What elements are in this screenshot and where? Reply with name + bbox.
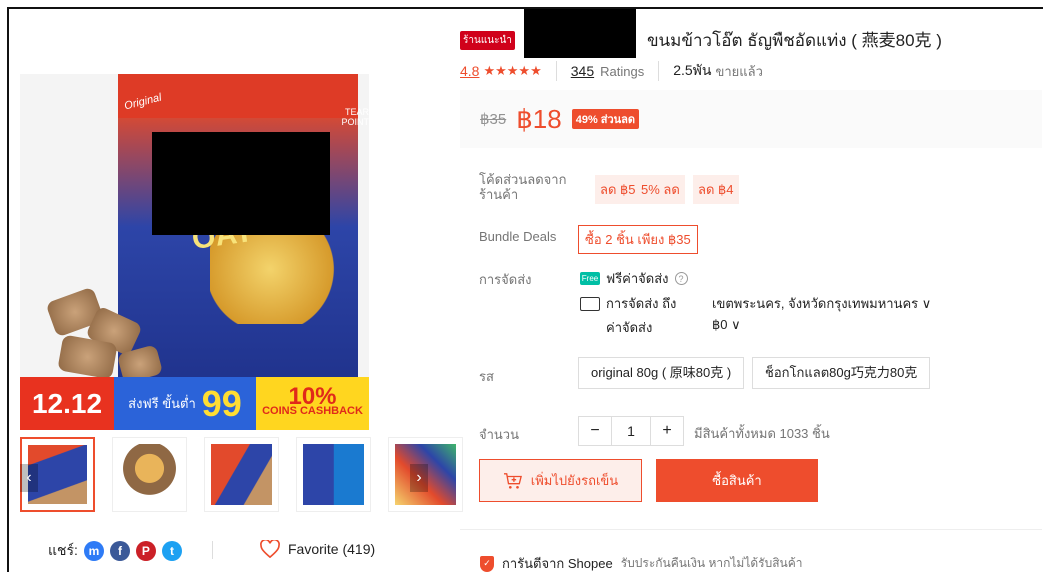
section-divider (460, 529, 1042, 530)
messenger-icon[interactable]: m (83, 541, 104, 561)
facebook-icon[interactable]: f (109, 541, 130, 561)
quantity-decrease-button[interactable]: − (579, 417, 611, 445)
coupon-chip-3[interactable]: ลด ฿4 (693, 175, 739, 204)
promo-cashback: 10% COINS CASHBACK (256, 377, 369, 430)
preferred-shop-badge: ร้านแนะนำ (460, 30, 515, 50)
price-box: ฿35 ฿18 49% ส่วนลด (460, 90, 1042, 148)
promo-banner: 12.12 ส่งฟรี ขั้นต่ำ 99 10% COINS CASHBA… (20, 377, 369, 430)
favorite-label: Favorite (419) (288, 541, 376, 557)
ratings-count[interactable]: 345 (571, 63, 594, 79)
free-shipping-icon: Free (580, 272, 600, 285)
stock-available: มีสินค้าทั้งหมด 1033 ชิ้น (694, 426, 830, 441)
original-price: ฿35 (480, 111, 507, 128)
share-divider (212, 541, 213, 559)
truck-icon (580, 296, 600, 311)
redacted-title-region (524, 9, 636, 58)
redacted-region (152, 132, 330, 235)
promo-date: 12.12 (20, 377, 114, 430)
thumbnail-4[interactable] (296, 437, 371, 512)
ratings-label: Ratings (600, 63, 645, 79)
product-stats: 4.8 ★★★★★ 345 Ratings 2.5พัน ขายแล้ว (460, 60, 763, 82)
product-title: ขนมข้าวโอ๊ต ธัญพืชอัดแท่ง ( 燕麦80克 ) (646, 31, 942, 50)
free-shipping-text: ฟรีค่าจัดส่ง (606, 271, 669, 286)
free-shipping-row: Free ฟรีค่าจัดส่ง ? (580, 268, 688, 289)
thumbnail-3[interactable] (204, 437, 279, 512)
promo-free-shipping: ส่งฟรี ขั้นต่ำ 99 (114, 377, 256, 430)
coupon-chip-2[interactable]: 5% ลด (636, 175, 685, 204)
ship-to-row: การจัดส่ง ถึง (580, 293, 676, 314)
quantity-increase-button[interactable]: + (651, 417, 683, 445)
star-rating-icon: ★★★★★ (483, 63, 542, 78)
rating-value[interactable]: 4.8 (460, 63, 479, 79)
help-icon[interactable]: ? (674, 272, 688, 285)
sold-label: ขายแล้ว (715, 63, 763, 79)
thumbnail-image (119, 444, 180, 505)
quantity-stepper: − 1 + (578, 416, 684, 446)
variant-option-chocolate[interactable]: ช็อกโกแลต80g巧克力80克 (752, 357, 931, 389)
thumbnail-image (303, 444, 364, 505)
ship-to-location-dropdown[interactable]: เขตพระนคร, จังหวัดกรุงเทพมหานคร ∨ (712, 293, 931, 314)
variant-label: รส (479, 369, 494, 384)
share-row: แชร์: m f P t (48, 540, 182, 562)
shield-icon: ✓ (480, 555, 494, 572)
twitter-icon[interactable]: t (161, 541, 182, 561)
bundle-deal-tag[interactable]: ซื้อ 2 ชิ้น เพียง ฿35 (578, 225, 698, 254)
promo-cashback-label: COINS CASHBACK (262, 404, 363, 417)
add-to-cart-label: เพิ่มไปยังรถเข็น (530, 473, 619, 488)
favorite-button[interactable]: Favorite (419) (260, 540, 375, 558)
add-to-cart-button[interactable]: เพิ่มไปยังรถเข็น (479, 459, 642, 502)
guarantee-title: การันตีจาก Shopee (502, 556, 613, 571)
promo-cashback-pct: 10% (288, 382, 337, 410)
shipping-fee-dropdown[interactable]: ฿0 ∨ (712, 317, 741, 333)
pinterest-icon[interactable]: P (135, 541, 156, 561)
current-price: ฿18 (516, 103, 562, 134)
ship-to-label: การจัดส่ง ถึง (606, 296, 677, 311)
shopee-guarantee: ✓ การันตีจาก Shopee รับประกันคืนเงิน หาก… (480, 553, 803, 572)
thumbnail-2[interactable] (112, 437, 187, 512)
shipping-label: การจัดส่ง (479, 272, 532, 287)
thumbnail-image (211, 444, 272, 505)
thumbnail-next-arrow[interactable]: › (410, 464, 428, 492)
thumbnail-prev-arrow[interactable]: ‹ (20, 464, 38, 492)
bundle-label: Bundle Deals (479, 229, 557, 244)
main-product-image[interactable]: Original TEAR POINT OAT 12.12 ส่งฟรี ขั้… (20, 74, 369, 430)
stats-divider (658, 61, 660, 81)
quantity-input[interactable]: 1 (611, 417, 651, 445)
heart-icon (260, 540, 280, 558)
discount-badge: 49% ส่วนลด (571, 109, 640, 129)
thumbnail-strip (20, 437, 463, 515)
guarantee-text: รับประกันคืนเงิน หากไม่ได้รับสินค้า (620, 556, 803, 570)
shipping-fee-label: ค่าจัดส่ง (606, 320, 653, 335)
share-label: แชร์: (48, 542, 78, 558)
sold-count: 2.5พัน (673, 62, 712, 78)
cart-plus-icon (503, 472, 522, 489)
variant-option-original[interactable]: original 80g ( 原味80克 ) (578, 357, 745, 389)
coupon-label: โค้ดส่วนลดจากร้านค้า (479, 172, 567, 202)
tear-point-label: TEAR POINT (341, 107, 369, 127)
quantity-label: จำนวน (479, 427, 519, 442)
stats-divider (555, 61, 557, 81)
promo-ship-amount: 99 (201, 382, 242, 424)
coupon-chip-1[interactable]: ลด ฿5 (595, 175, 641, 204)
promo-ship-text: ส่งฟรี ขั้นต่ำ (128, 395, 196, 411)
buy-now-button[interactable]: ซื้อสินค้า (656, 459, 818, 502)
